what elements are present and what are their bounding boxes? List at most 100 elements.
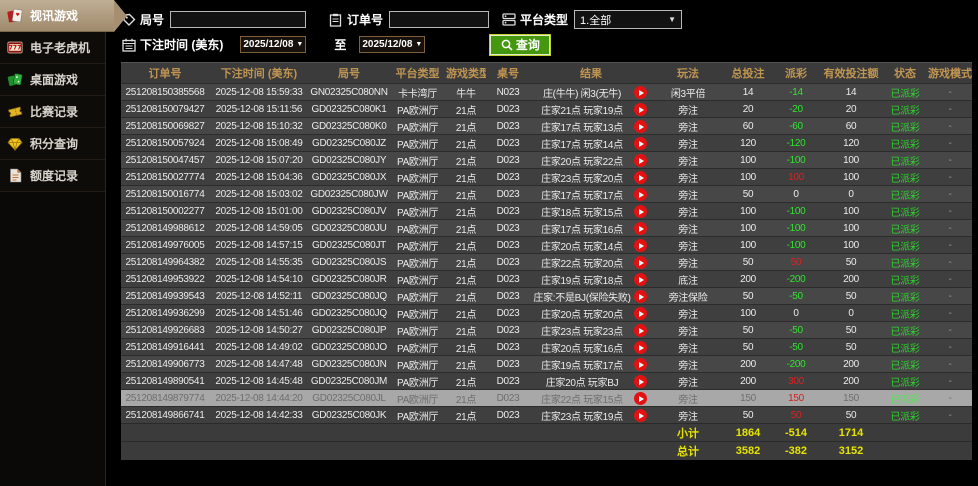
search-button[interactable]: 查询	[489, 34, 551, 56]
play-replay-button[interactable]	[634, 188, 647, 201]
play-replay-button[interactable]	[634, 358, 647, 371]
play-type-cell: 旁注	[652, 373, 724, 390]
slot-machine-777-icon: 777	[7, 40, 23, 56]
table-row[interactable]: 2512081499760052025-12-08 14:57:15GD0232…	[121, 237, 972, 254]
column-header: 有效投注额	[820, 63, 882, 84]
total-bet-cell: 120	[724, 135, 772, 152]
play-replay-button[interactable]	[634, 137, 647, 150]
payout-cell: -200	[772, 271, 820, 288]
table-row[interactable]: 2512081503855682025-12-08 15:59:33GN0232…	[121, 84, 972, 101]
order-number-cell: 251208149879774	[121, 390, 209, 407]
table-row[interactable]: 2512081498667412025-12-08 14:42:33GD0232…	[121, 407, 972, 424]
game-mode-cell: -	[928, 135, 972, 152]
sidebar-item-5[interactable]: 积分查询	[0, 128, 105, 160]
order-number-cell: 251208149964382	[121, 254, 209, 271]
sidebar-item-2[interactable]: 777电子老虎机	[0, 32, 105, 64]
game-mode-cell: -	[928, 101, 972, 118]
play-replay-button[interactable]	[634, 120, 647, 133]
subtotal-row: 小计 1864 -514 1714	[121, 424, 972, 442]
play-replay-button[interactable]	[634, 273, 647, 286]
order-number-input[interactable]	[389, 11, 489, 28]
bet-time-cell: 2025-12-08 14:49:02	[209, 339, 309, 356]
play-replay-button[interactable]	[634, 307, 647, 320]
game-type-cell: 21点	[446, 220, 486, 237]
status-cell: 已派彩	[882, 152, 928, 169]
sidebar-item-3[interactable]: 桌面游戏	[0, 64, 105, 96]
valid-bet-cell: 14	[820, 84, 882, 101]
sidebar-item-label: 比赛记录	[30, 103, 78, 120]
status-cell: 已派彩	[882, 84, 928, 101]
play-replay-button[interactable]	[634, 392, 647, 405]
bet-time-cell: 2025-12-08 14:44:20	[209, 390, 309, 407]
order-number-cell: 251208149926683	[121, 322, 209, 339]
platform-cell: PA欧洲厅	[389, 101, 446, 118]
platform-cell: PA欧洲厅	[389, 135, 446, 152]
sidebar-item-6[interactable]: 额度记录	[0, 160, 105, 192]
game-type-cell: 21点	[446, 305, 486, 322]
table-row[interactable]: 2512081499067732025-12-08 14:47:48GD0232…	[121, 356, 972, 373]
table-number-cell: D023	[486, 288, 530, 305]
result-cell: 庄家:不是BJ(保险失败)	[530, 288, 652, 305]
play-icon	[639, 277, 644, 283]
round-number-cell: GD02325C080JK	[309, 407, 389, 424]
table-row[interactable]: 2512081500167742025-12-08 15:03:02GD0232…	[121, 186, 972, 203]
play-replay-button[interactable]	[634, 205, 647, 218]
play-replay-button[interactable]	[634, 171, 647, 184]
table-row[interactable]: 2512081499164412025-12-08 14:49:02GD0232…	[121, 339, 972, 356]
table-row[interactable]: 2512081500794272025-12-08 15:11:56GD0232…	[121, 101, 972, 118]
game-type-cell: 21点	[446, 407, 486, 424]
order-number-cell: 251208150385568	[121, 84, 209, 101]
table-row[interactable]: 2512081500022772025-12-08 15:01:00GD0232…	[121, 203, 972, 220]
result-text: 庄家20点 玩家22点	[541, 157, 623, 168]
table-row[interactable]: 2512081500698272025-12-08 15:10:32GD0232…	[121, 118, 972, 135]
valid-bet-cell: 60	[820, 118, 882, 135]
play-replay-button[interactable]	[634, 86, 647, 99]
play-icon	[639, 124, 644, 130]
result-text: 庄家17点 玩家17点	[541, 191, 623, 202]
sidebar-item-label: 额度记录	[30, 167, 78, 184]
result-cell: 庄家21点 玩家19点	[530, 101, 652, 118]
payout-cell: -14	[772, 84, 820, 101]
play-replay-button[interactable]	[634, 290, 647, 303]
table-row[interactable]: 2512081499886122025-12-08 14:59:05GD0232…	[121, 220, 972, 237]
status-cell: 已派彩	[882, 220, 928, 237]
table-row[interactable]: 2512081499266832025-12-08 14:50:27GD0232…	[121, 322, 972, 339]
play-replay-button[interactable]	[634, 409, 647, 422]
sidebar-item-1[interactable]: 视讯游戏	[0, 0, 114, 32]
table-row[interactable]: 2512081500579242025-12-08 15:08:49GD0232…	[121, 135, 972, 152]
table-row[interactable]: 2512081499643822025-12-08 14:55:35GD0232…	[121, 254, 972, 271]
play-icon	[639, 243, 644, 249]
result-text: 庄家23点 玩家23点	[541, 327, 623, 338]
game-mode-cell: -	[928, 271, 972, 288]
round-number-cell: GD02325C080JZ	[309, 135, 389, 152]
status-cell: 已派彩	[882, 169, 928, 186]
table-row[interactable]: 2512081499395432025-12-08 14:52:11GD0232…	[121, 288, 972, 305]
bet-time-cell: 2025-12-08 14:51:46	[209, 305, 309, 322]
table-row[interactable]: 2512081498797742025-12-08 14:44:20GD0232…	[121, 390, 972, 407]
order-number-cell: 251208150002277	[121, 203, 209, 220]
round-number-cell: GD02325C080K1	[309, 101, 389, 118]
play-replay-button[interactable]	[634, 103, 647, 116]
table-row[interactable]: 2512081500474572025-12-08 15:07:20GD0232…	[121, 152, 972, 169]
table-row[interactable]: 2512081498905412025-12-08 14:45:48GD0232…	[121, 373, 972, 390]
play-replay-button[interactable]	[634, 256, 647, 269]
platform-type-select[interactable]: 1.全部 ▼	[574, 10, 682, 29]
round-number-input[interactable]	[170, 11, 306, 28]
play-replay-button[interactable]	[634, 154, 647, 167]
play-replay-button[interactable]	[634, 375, 647, 388]
table-row[interactable]: 2512081500277742025-12-08 15:04:36GD0232…	[121, 169, 972, 186]
table-row[interactable]: 2512081499362992025-12-08 14:51:46GD0232…	[121, 305, 972, 322]
game-mode-cell: -	[928, 152, 972, 169]
platform-list-icon	[501, 12, 516, 27]
play-replay-button[interactable]	[634, 222, 647, 235]
ticket-icon	[7, 104, 23, 120]
play-replay-button[interactable]	[634, 239, 647, 252]
date-from-picker[interactable]: 2025/12/08 ▼	[240, 36, 306, 53]
sidebar-item-4[interactable]: 比赛记录	[0, 96, 105, 128]
date-to-picker[interactable]: 2025/12/08 ▼	[359, 36, 425, 53]
play-replay-button[interactable]	[634, 324, 647, 337]
table-row[interactable]: 2512081499539222025-12-08 14:54:10GD0232…	[121, 271, 972, 288]
play-type-cell: 旁注	[652, 322, 724, 339]
play-replay-button[interactable]	[634, 341, 647, 354]
table-number-cell: D023	[486, 356, 530, 373]
